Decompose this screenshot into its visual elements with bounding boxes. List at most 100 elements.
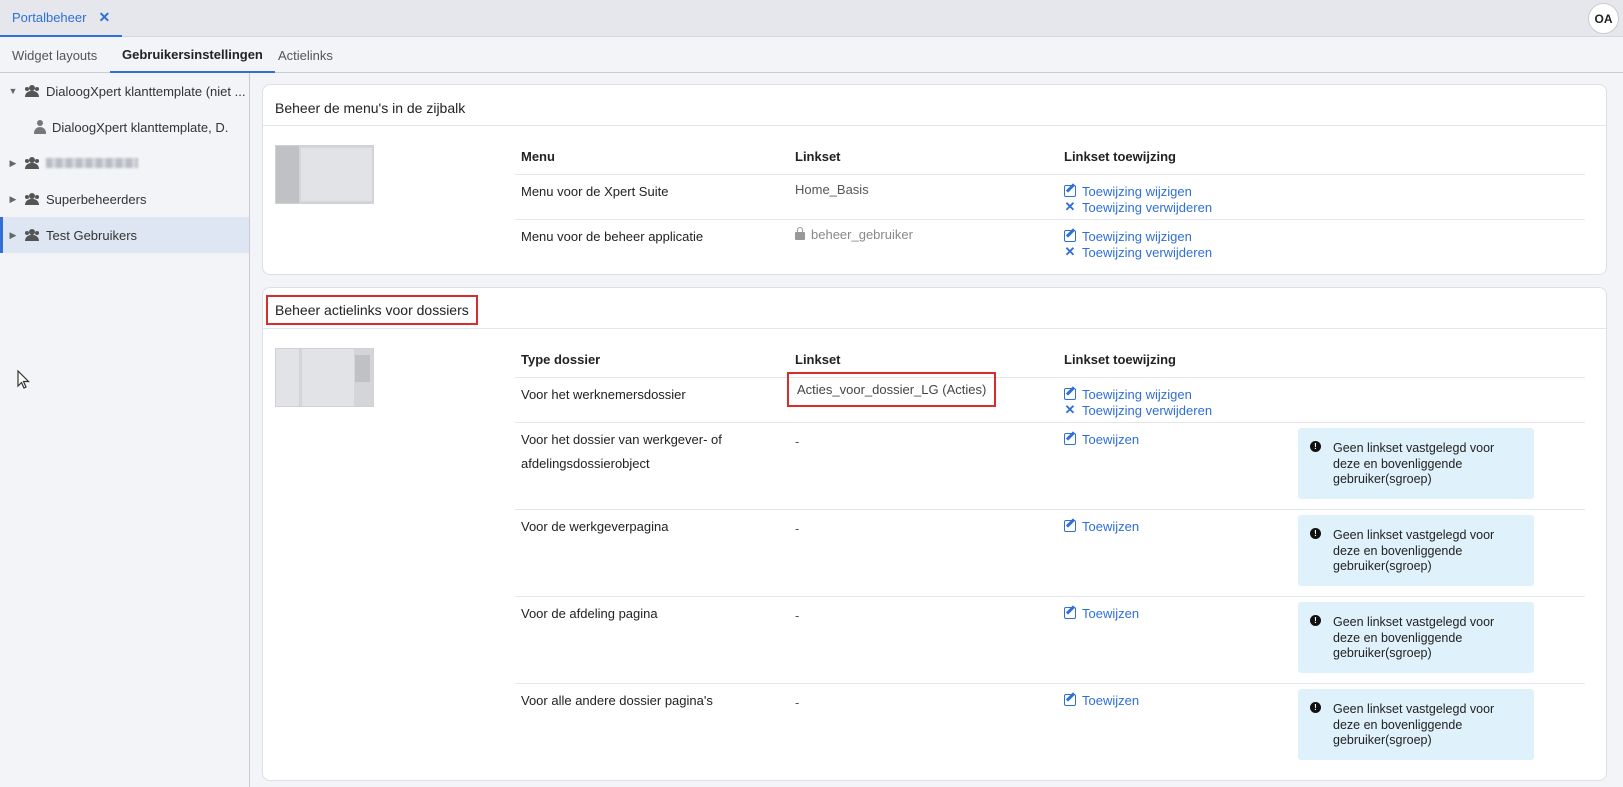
- caret-right-icon[interactable]: ▶: [6, 230, 20, 241]
- assign-label: Toewijzen: [1082, 518, 1140, 534]
- row-divider: [515, 219, 1585, 220]
- exclamation-icon: !: [1310, 702, 1321, 713]
- assign-link[interactable]: Toewijzen: [1064, 431, 1139, 447]
- remove-icon: ✕: [1064, 244, 1076, 259]
- remove-assignment-label: Toewijzing verwijderen: [1082, 402, 1213, 418]
- tab-widget-layouts[interactable]: Widget layouts: [0, 37, 109, 73]
- app-tab-label: Portalbeheer: [12, 10, 87, 25]
- actionlinks-layout-thumbnail: [275, 348, 374, 407]
- sidebar-tree: ▼ DialoogXpert klanttemplate (niet ... D…: [0, 73, 250, 787]
- linkset-value: Home_Basis: [795, 182, 869, 197]
- avatar[interactable]: OA: [1588, 3, 1619, 34]
- redacted-label: [46, 158, 138, 168]
- linkset-value: -: [795, 608, 800, 623]
- tree-item-blurred-group[interactable]: ▶: [0, 145, 249, 181]
- notice-text: Geen linkset vastgelegd voor deze en bov…: [1333, 615, 1495, 660]
- edit-assignment-label: Toewijzing wijzigen: [1082, 183, 1192, 199]
- menu-name: Menu voor de Xpert Suite: [521, 184, 669, 199]
- remove-assignment-link[interactable]: ✕ Toewijzing verwijderen: [1064, 199, 1213, 215]
- dossier-type: Voor de afdeling pagina: [521, 606, 658, 621]
- remove-assignment-link[interactable]: ✕ Toewijzing verwijderen: [1064, 402, 1213, 418]
- dossier-type-line: afdelingsdossierobject: [521, 456, 650, 471]
- col-header-linkset: Linkset: [795, 149, 841, 164]
- col-header-menu: Menu: [521, 149, 555, 164]
- assign-link[interactable]: Toewijzen: [1064, 518, 1139, 534]
- tree-item-label: DialoogXpert klanttemplate (niet ...: [46, 83, 246, 99]
- mouse-cursor-icon: [17, 369, 31, 393]
- tree-item-superbeheerders[interactable]: ▶ Superbeheerders: [0, 181, 249, 217]
- close-icon[interactable]: ✕: [98, 9, 110, 26]
- edit-icon: [1064, 388, 1076, 400]
- tree-item-test-gebruikers[interactable]: ▶ Test Gebruikers: [0, 217, 249, 253]
- divider: [263, 125, 1606, 126]
- exclamation-icon: !: [1310, 441, 1321, 452]
- edit-icon: [1064, 694, 1076, 706]
- col-header-linkset-toewijzing: Linkset toewijzing: [1064, 149, 1176, 164]
- row-divider: [515, 596, 1585, 597]
- subtab-bar: Widget layouts Gebruikersinstellingen Ac…: [0, 37, 1623, 73]
- edit-assignment-link[interactable]: Toewijzing wijzigen: [1064, 183, 1192, 199]
- users-group-icon: [24, 85, 42, 97]
- edit-icon: [1064, 230, 1076, 242]
- edit-icon: [1064, 607, 1076, 619]
- menus-panel-title: Beheer de menu's in de zijbalk: [275, 100, 466, 116]
- app-tab-portalbeheer[interactable]: Portalbeheer ✕: [0, 0, 122, 37]
- info-notice: ! Geen linkset vastgelegd voor deze en b…: [1298, 602, 1534, 673]
- menu-name: Menu voor de beheer applicatie: [521, 229, 704, 244]
- dossier-type: Voor het dossier van werkgever- of afdel…: [521, 428, 722, 476]
- assign-link[interactable]: Toewijzen: [1064, 692, 1139, 708]
- users-group-icon: [24, 229, 42, 241]
- sidebar-layout-thumbnail: [275, 145, 374, 204]
- info-notice: ! Geen linkset vastgelegd voor deze en b…: [1298, 689, 1534, 760]
- users-group-icon: [24, 157, 42, 169]
- notice-text: Geen linkset vastgelegd voor deze en bov…: [1333, 528, 1495, 573]
- linkset-value: -: [795, 434, 800, 449]
- tree-item-label: DialoogXpert klanttemplate, D.: [52, 119, 229, 135]
- info-notice: ! Geen linkset vastgelegd voor deze en b…: [1298, 428, 1534, 499]
- exclamation-icon: !: [1310, 528, 1321, 539]
- remove-assignment-label: Toewijzing verwijderen: [1082, 199, 1213, 215]
- notice-text: Geen linkset vastgelegd voor deze en bov…: [1333, 441, 1495, 486]
- col-header-linkset: Linkset: [795, 352, 841, 367]
- dossier-type: Voor het werknemersdossier: [521, 387, 686, 402]
- exclamation-icon: !: [1310, 615, 1321, 626]
- info-notice: ! Geen linkset vastgelegd voor deze en b…: [1298, 515, 1534, 586]
- row-divider: [515, 377, 1585, 378]
- assign-link[interactable]: Toewijzen: [1064, 605, 1139, 621]
- tree-item-dialoogxpert-group[interactable]: ▼ DialoogXpert klanttemplate (niet ...: [0, 73, 249, 109]
- edit-icon: [1064, 520, 1076, 532]
- edit-assignment-label: Toewijzing wijzigen: [1082, 228, 1192, 244]
- divider: [263, 328, 1606, 329]
- linkset-value: -: [795, 521, 800, 536]
- col-header-type-dossier: Type dossier: [521, 352, 601, 367]
- actions-panel: Beheer actielinks voor dossiers Type dos…: [262, 287, 1607, 781]
- user-icon: [34, 120, 46, 134]
- edit-assignment-link[interactable]: Toewijzing wijzigen: [1064, 386, 1192, 402]
- caret-right-icon[interactable]: ▶: [6, 194, 20, 205]
- edit-assignment-label: Toewijzing wijzigen: [1082, 386, 1192, 402]
- edit-assignment-link[interactable]: Toewijzing wijzigen: [1064, 228, 1192, 244]
- caret-right-icon[interactable]: ▶: [6, 158, 20, 169]
- row-divider: [515, 683, 1585, 684]
- remove-icon: ✕: [1064, 402, 1076, 417]
- remove-assignment-label: Toewijzing verwijderen: [1082, 244, 1213, 260]
- edit-icon: [1064, 433, 1076, 445]
- assign-label: Toewijzen: [1082, 692, 1140, 708]
- linkset-value: -: [795, 695, 800, 710]
- users-group-icon: [24, 193, 42, 205]
- actions-panel-title: Beheer actielinks voor dossiers: [266, 295, 478, 325]
- tab-gebruikersinstellingen[interactable]: Gebruikersinstellingen: [110, 37, 275, 73]
- tab-actielinks[interactable]: Actielinks: [266, 37, 345, 73]
- tree-item-dialoogxpert-user[interactable]: DialoogXpert klanttemplate, D.: [0, 109, 249, 145]
- assign-label: Toewijzen: [1082, 605, 1140, 621]
- tree-item-label: Test Gebruikers: [46, 227, 138, 243]
- lock-icon: [795, 227, 805, 240]
- linkset-locked-label: beheer_gebruiker: [811, 227, 913, 242]
- row-divider: [515, 422, 1585, 423]
- row-divider: [515, 509, 1585, 510]
- tree-item-label: Superbeheerders: [46, 191, 147, 207]
- linkset-value-highlighted: Acties_voor_dossier_LG (Acties): [786, 372, 997, 407]
- caret-down-icon[interactable]: ▼: [6, 86, 20, 96]
- remove-assignment-link[interactable]: ✕ Toewijzing verwijderen: [1064, 244, 1213, 260]
- top-bar: Portalbeheer ✕ OA: [0, 0, 1623, 37]
